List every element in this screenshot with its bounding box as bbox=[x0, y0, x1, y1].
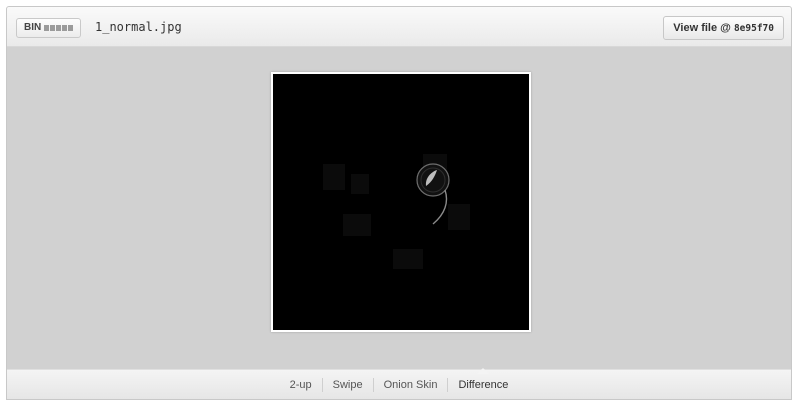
image-viewer bbox=[271, 72, 531, 332]
bubble-outline bbox=[416, 163, 450, 197]
tab-2-up[interactable]: 2-up bbox=[280, 378, 322, 392]
view-mode-bar: 2-up Swipe Onion Skin Difference bbox=[7, 367, 791, 399]
commit-sha: 8e95f70 bbox=[733, 23, 774, 34]
view-file-label: View file @ bbox=[673, 22, 731, 34]
ghost-block bbox=[351, 174, 369, 194]
ghost-block bbox=[323, 164, 345, 190]
file-name: 1_normal.jpg bbox=[95, 20, 182, 34]
ghost-block bbox=[393, 249, 423, 269]
binary-badge: BIN bbox=[16, 18, 82, 38]
badge-label: BIN bbox=[24, 22, 42, 33]
file-header: BIN 1_normal.jpg View file @ 8e95f70 bbox=[7, 7, 791, 47]
bars-icon bbox=[44, 19, 74, 37]
ghost-block bbox=[448, 204, 470, 230]
tab-swipe[interactable]: Swipe bbox=[321, 377, 373, 392]
difference-image bbox=[273, 74, 529, 330]
ghost-block bbox=[343, 214, 371, 236]
file-diff-container: BIN 1_normal.jpg View file @ 8e95f70 2-u… bbox=[6, 6, 792, 400]
tab-difference[interactable]: Difference bbox=[447, 367, 518, 392]
tab-onion-skin[interactable]: Onion Skin bbox=[372, 377, 448, 392]
view-file-button[interactable]: View file @ 8e95f70 bbox=[663, 16, 784, 40]
